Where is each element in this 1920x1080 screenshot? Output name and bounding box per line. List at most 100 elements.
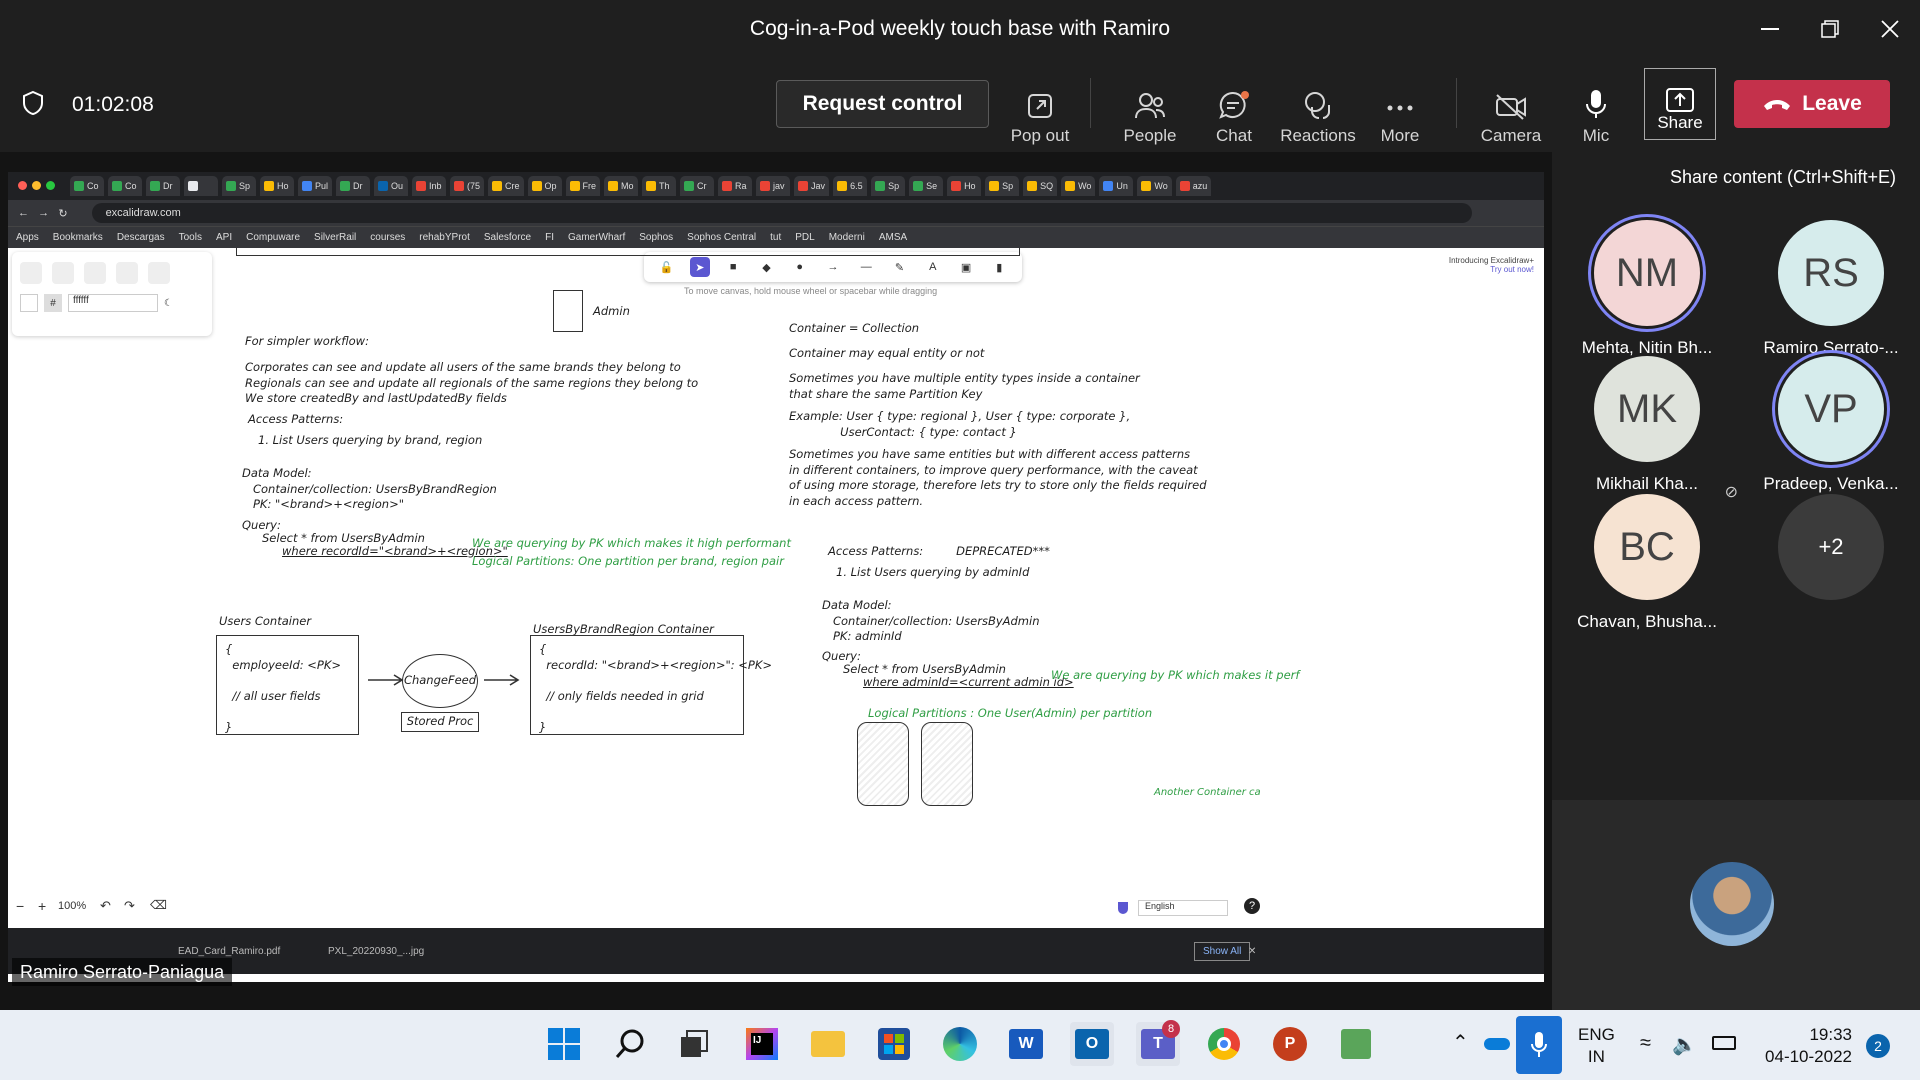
intellij-icon[interactable]: IJ xyxy=(740,1022,784,1066)
chevron-up-icon[interactable]: ⌃ xyxy=(1452,1030,1469,1055)
browser-tab[interactable]: Ho xyxy=(947,176,982,196)
leave-button[interactable]: Leave xyxy=(1734,80,1890,128)
browser-tab[interactable]: Se xyxy=(909,176,944,196)
bookmark-item[interactable]: Bookmarks xyxy=(53,232,103,243)
browser-tab[interactable]: 6.5 xyxy=(833,176,868,196)
people-button[interactable]: People xyxy=(1114,70,1186,146)
line-tool-icon[interactable]: — xyxy=(856,257,876,277)
search-icon[interactable] xyxy=(608,1022,652,1066)
chart-app-icon[interactable] xyxy=(1334,1022,1378,1066)
bookmark-item[interactable]: Moderni xyxy=(829,232,865,243)
task-view-icon[interactable] xyxy=(672,1022,716,1066)
browser-tab[interactable]: jav xyxy=(756,176,791,196)
participant-tile[interactable]: VP Pradeep, Venka... xyxy=(1746,356,1916,494)
start-icon[interactable] xyxy=(542,1022,586,1066)
close-downloads-icon[interactable]: ✕ xyxy=(1248,946,1256,957)
participant-tile[interactable]: MK Mikhail Kha... ⊘ xyxy=(1562,356,1738,501)
pop-out-button[interactable]: Pop out xyxy=(1008,70,1072,146)
word-icon[interactable]: W xyxy=(1004,1022,1048,1066)
browser-tab[interactable]: Ou xyxy=(374,176,409,196)
participant-tile[interactable]: RS Ramiro Serrato-... xyxy=(1746,220,1916,358)
zoom-level[interactable]: 100% xyxy=(58,900,86,912)
bookmark-item[interactable]: Salesforce xyxy=(484,232,531,243)
bookmark-item[interactable]: rehabYProt xyxy=(419,232,470,243)
bookmark-item[interactable]: GamerWharf xyxy=(568,232,625,243)
show-all-button[interactable]: Show All xyxy=(1194,941,1251,961)
notification-badge[interactable]: 2 xyxy=(1866,1034,1890,1058)
mic-button[interactable]: Mic xyxy=(1572,70,1620,146)
language-select[interactable]: English xyxy=(1138,900,1228,916)
battery-icon[interactable] xyxy=(1712,1036,1736,1050)
browser-tab[interactable]: Cre xyxy=(488,176,524,196)
bookmark-item[interactable]: Sophos xyxy=(639,232,673,243)
selection-tool-icon[interactable]: ➤ xyxy=(689,257,710,277)
arrow-tool-icon[interactable]: → xyxy=(823,257,843,277)
browser-tab[interactable]: Pul xyxy=(298,176,333,196)
bookmark-item[interactable]: tut xyxy=(770,232,781,243)
clock[interactable]: 19:33 04-10-2022 xyxy=(1762,1024,1852,1068)
browser-tab[interactable]: Co xyxy=(70,176,104,196)
bookmark-item[interactable]: PDL xyxy=(795,232,814,243)
url-field[interactable]: excalidraw.com xyxy=(91,203,1472,223)
bookmark-item[interactable]: SilverRail xyxy=(314,232,356,243)
browser-tab[interactable]: Ra xyxy=(718,176,753,196)
bookmark-item[interactable]: FI xyxy=(545,232,554,243)
forward-icon[interactable]: → xyxy=(38,207,49,219)
bookmark-item[interactable]: AMSA xyxy=(879,232,907,243)
participant-tile[interactable]: +2 xyxy=(1746,494,1916,612)
browser-tab[interactable]: Co xyxy=(108,176,142,196)
help-icon[interactable]: ? xyxy=(1244,898,1260,914)
ellipse-tool-icon[interactable]: ● xyxy=(790,257,810,277)
browser-tab[interactable]: Sp xyxy=(985,176,1020,196)
collab-icon[interactable] xyxy=(148,262,170,284)
browser-tab[interactable]: Sp xyxy=(222,176,256,196)
redo-icon[interactable]: ↷ xyxy=(124,898,135,914)
onedrive-icon[interactable] xyxy=(1484,1038,1510,1050)
store-icon[interactable] xyxy=(872,1022,916,1066)
browser-tab[interactable]: SQ xyxy=(1023,176,1058,196)
export-icon[interactable] xyxy=(116,262,138,284)
browser-tab[interactable]: Th xyxy=(642,176,677,196)
open-icon[interactable] xyxy=(52,262,74,284)
browser-tab[interactable]: Mo xyxy=(604,176,639,196)
promo-link[interactable]: Try out now! xyxy=(1449,265,1534,274)
bookmark-item[interactable]: Apps xyxy=(16,232,39,243)
browser-tab[interactable]: Sp xyxy=(871,176,906,196)
share-button[interactable]: Share xyxy=(1644,68,1716,140)
browser-tab[interactable]: (75 xyxy=(450,176,485,196)
browser-tab[interactable]: Jav xyxy=(794,176,830,196)
save-icon[interactable] xyxy=(84,262,106,284)
image-tool-icon[interactable]: ▣ xyxy=(956,257,976,277)
diamond-tool-icon[interactable]: ◆ xyxy=(756,257,776,277)
camera-button[interactable]: Camera xyxy=(1478,70,1544,146)
browser-tab[interactable]: Cr xyxy=(680,176,715,196)
bookmark-item[interactable]: API xyxy=(216,232,232,243)
undo-icon[interactable]: ↶ xyxy=(100,898,111,914)
more-button[interactable]: More xyxy=(1372,70,1428,146)
wifi-icon[interactable]: ≈ xyxy=(1640,1032,1651,1055)
input-language[interactable]: ENG IN xyxy=(1578,1024,1615,1068)
bookmark-item[interactable]: Descargas xyxy=(117,232,165,243)
participant-tile[interactable]: NM Mehta, Nitin Bh... xyxy=(1562,220,1732,358)
bookmark-item[interactable]: Tools xyxy=(179,232,202,243)
request-control-button[interactable]: Request control xyxy=(776,80,989,128)
dictation-mic-icon[interactable] xyxy=(1516,1016,1562,1074)
color-input[interactable]: ffffff xyxy=(68,294,158,312)
outlook-icon[interactable]: O xyxy=(1070,1022,1114,1066)
browser-tab[interactable]: Inb xyxy=(412,176,447,196)
lock-icon[interactable]: 🔓 xyxy=(657,257,677,277)
download-item[interactable]: EAD_Card_Ramiro.pdf xyxy=(178,946,280,957)
library-icon[interactable]: ▮ xyxy=(989,257,1009,277)
chrome-icon[interactable] xyxy=(1202,1022,1246,1066)
browser-tab[interactable]: Op xyxy=(527,176,562,196)
download-item[interactable]: PXL_20220930_...jpg xyxy=(328,946,424,957)
file-explorer-icon[interactable] xyxy=(806,1022,850,1066)
chat-button[interactable]: Chat xyxy=(1204,70,1264,146)
bookmark-item[interactable]: courses xyxy=(370,232,405,243)
browser-tab[interactable]: Un xyxy=(1099,176,1134,196)
volume-icon[interactable]: 🔈 xyxy=(1672,1032,1697,1057)
browser-tab[interactable]: Dr xyxy=(146,176,180,196)
close-window-button[interactable] xyxy=(1860,0,1920,58)
back-icon[interactable]: ← xyxy=(18,207,29,219)
powerpoint-icon[interactable]: P xyxy=(1268,1022,1312,1066)
